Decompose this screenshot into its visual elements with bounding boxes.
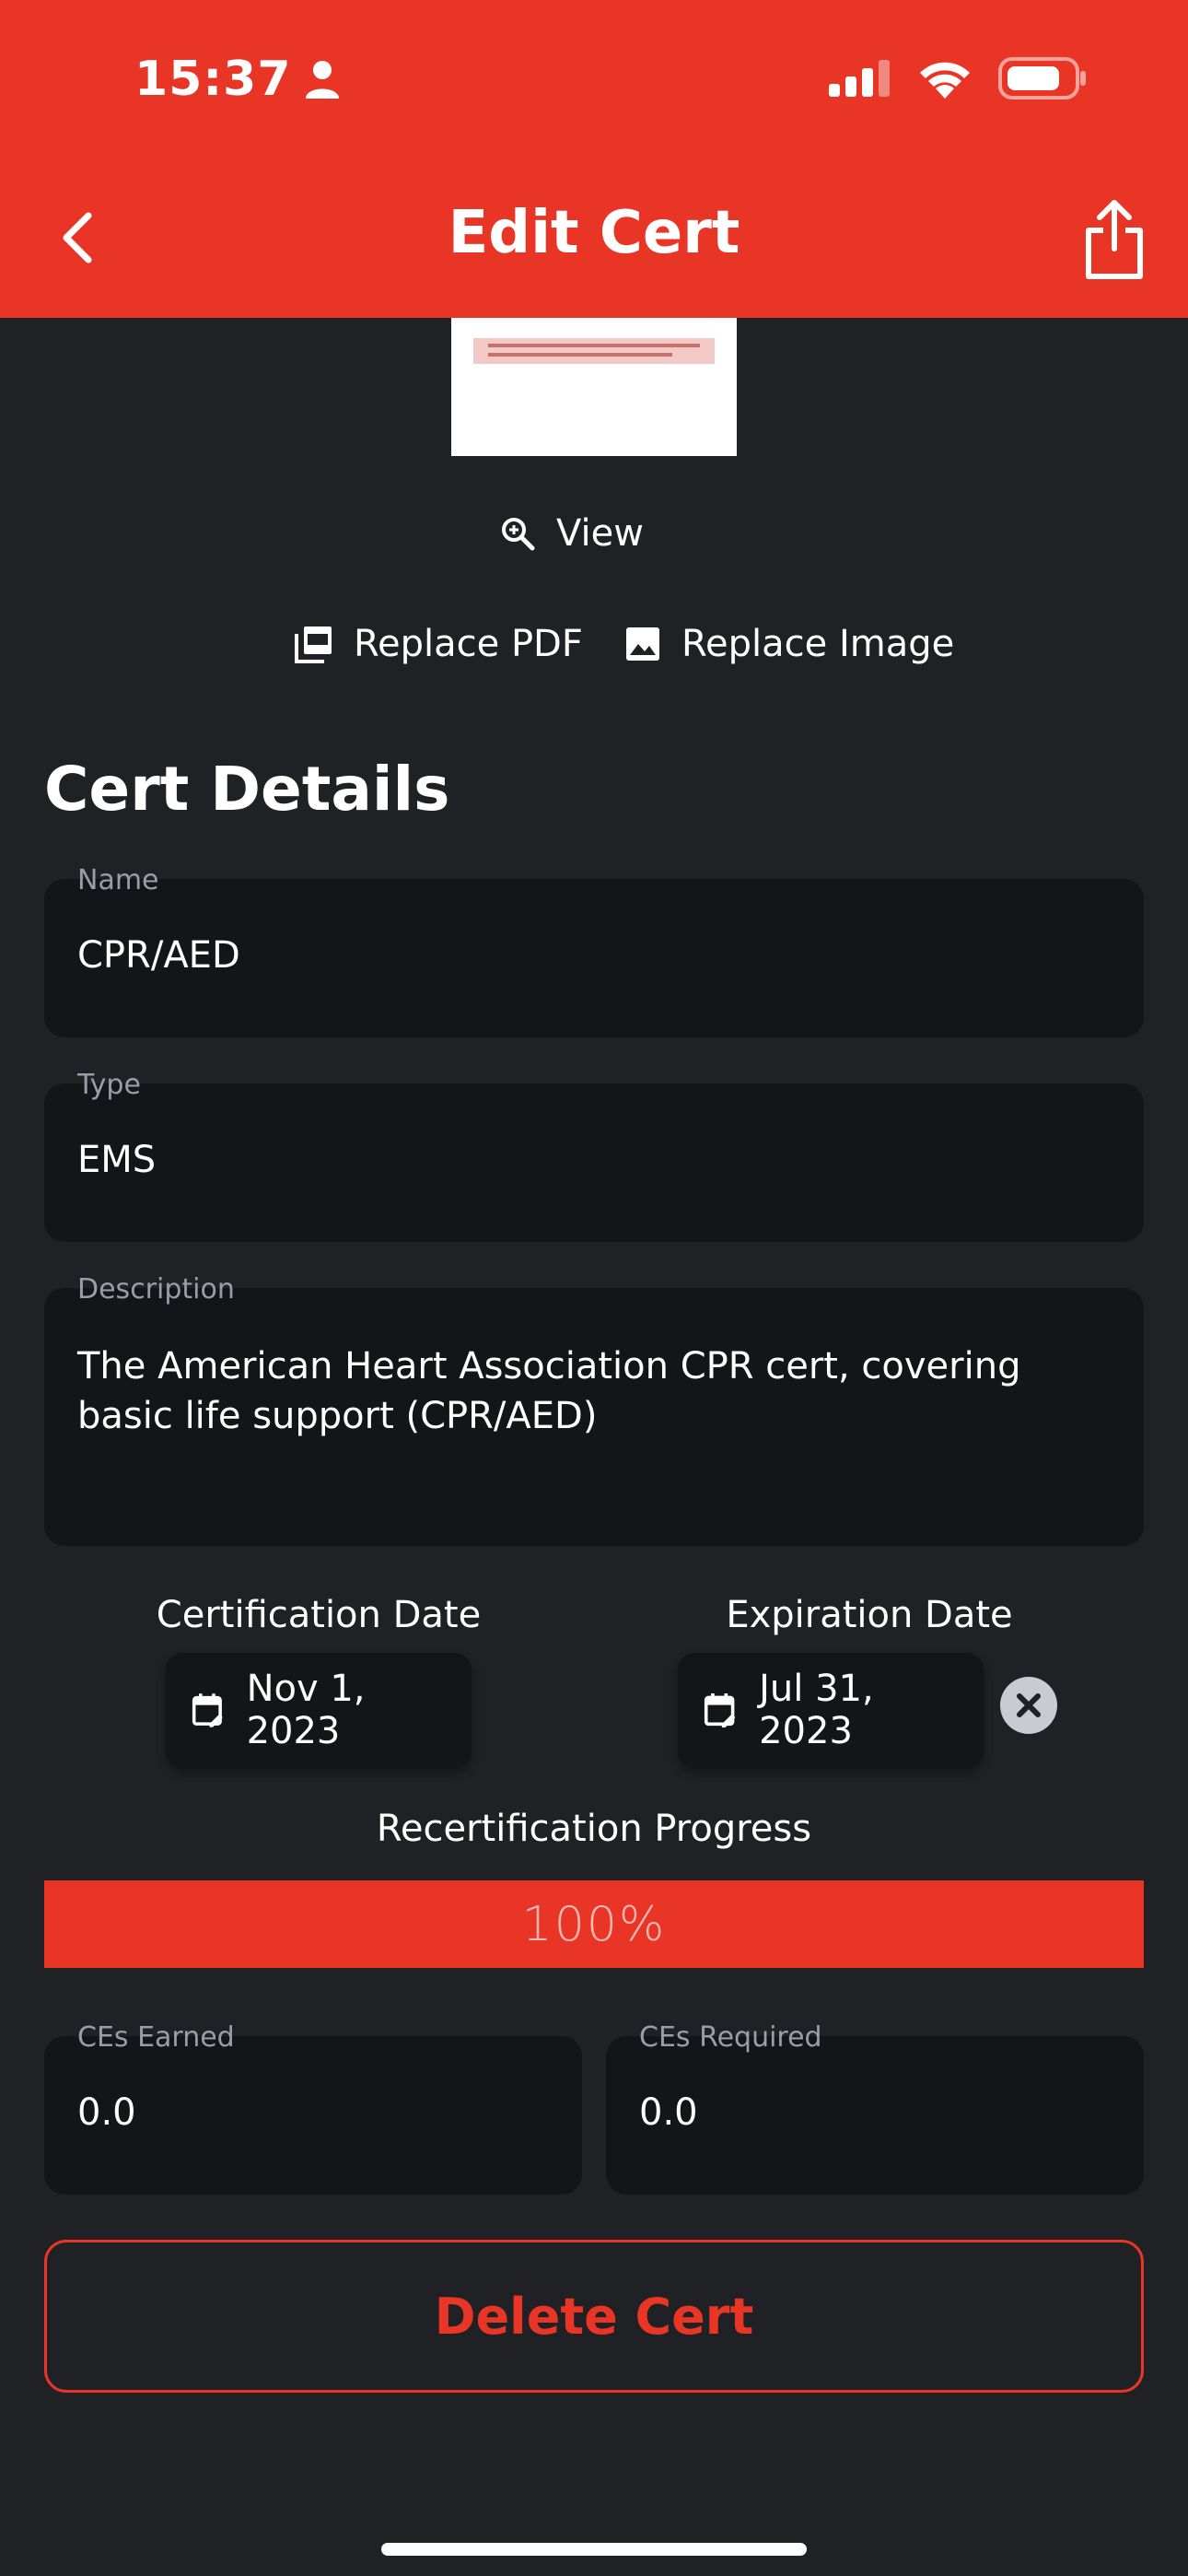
cert-thumbnail[interactable] bbox=[451, 318, 737, 456]
ces-required-label: CEs Required bbox=[639, 2021, 822, 2054]
ces-required-value[interactable]: 0.0 bbox=[639, 2088, 698, 2137]
ces-required-field[interactable]: CEs Required 0.0 bbox=[606, 2021, 1144, 2195]
replace-image-label: Replace Image bbox=[681, 623, 955, 665]
thumbnail-text-line bbox=[488, 353, 672, 357]
name-field-value[interactable]: CPR/AED bbox=[77, 931, 240, 980]
certification-date-label: Certification Date bbox=[156, 1594, 482, 1636]
calendar-edit-icon bbox=[704, 1692, 736, 1727]
progress-text: 100% bbox=[521, 1896, 667, 1952]
home-indicator bbox=[381, 2543, 807, 2556]
thumbnail-band bbox=[473, 338, 715, 364]
pdf-icon bbox=[295, 626, 332, 663]
status-time-text: 15:37 bbox=[134, 52, 292, 107]
replace-pdf-label: Replace PDF bbox=[354, 623, 583, 665]
type-field[interactable]: Type EMS bbox=[44, 1069, 1144, 1242]
description-field-value[interactable]: The American Heart Association CPR cert,… bbox=[77, 1341, 1100, 1441]
description-field[interactable]: Description The American Heart Associati… bbox=[44, 1273, 1144, 1546]
section-title: Cert Details bbox=[44, 754, 450, 825]
share-icon[interactable] bbox=[1081, 197, 1147, 282]
battery-icon bbox=[998, 57, 1086, 100]
status-time: 15:37 bbox=[134, 52, 340, 107]
view-label: View bbox=[556, 512, 644, 555]
page-title: Edit Cert bbox=[448, 199, 740, 267]
name-field[interactable]: Name CPR/AED bbox=[44, 864, 1144, 1037]
ces-earned-field[interactable]: CEs Earned 0.0 bbox=[44, 2021, 582, 2195]
app-header: 15:37 Edit Cert bbox=[0, 0, 1188, 318]
thumbnail-text-line bbox=[488, 344, 700, 347]
replace-image-button[interactable]: Replace Image bbox=[624, 623, 954, 665]
description-field-label: Description bbox=[77, 1273, 235, 1306]
clear-expiration-button[interactable] bbox=[1000, 1677, 1057, 1734]
expiration-date-value: Jul 31, 2023 bbox=[759, 1668, 874, 1752]
image-icon bbox=[626, 627, 659, 661]
expiration-date-picker[interactable]: Jul 31, 2023 bbox=[678, 1653, 984, 1767]
type-field-value[interactable]: EMS bbox=[77, 1135, 156, 1185]
ces-earned-value[interactable]: 0.0 bbox=[77, 2088, 136, 2137]
calendar-edit-icon bbox=[192, 1693, 223, 1727]
person-icon bbox=[305, 61, 339, 99]
ces-earned-label: CEs Earned bbox=[77, 2021, 235, 2054]
progress-title: Recertification Progress bbox=[376, 1808, 812, 1850]
expiration-date-label: Expiration Date bbox=[726, 1594, 1013, 1636]
certification-date-picker[interactable]: Nov 1, 2023 bbox=[166, 1653, 472, 1767]
zoom-in-icon bbox=[502, 518, 535, 551]
type-field-label: Type bbox=[77, 1069, 141, 1101]
name-field-label: Name bbox=[77, 864, 159, 896]
recertification-progress-bar: 100% bbox=[44, 1880, 1144, 1968]
delete-cert-button[interactable]: Delete Cert bbox=[44, 2240, 1144, 2393]
status-icons bbox=[827, 57, 1087, 100]
wifi-icon bbox=[920, 62, 970, 99]
replace-pdf-button[interactable]: Replace PDF bbox=[295, 623, 583, 665]
certification-date-value: Nov 1, 2023 bbox=[246, 1668, 366, 1752]
close-icon bbox=[1017, 1693, 1041, 1717]
view-button[interactable]: View bbox=[499, 512, 644, 555]
signal-icon bbox=[829, 60, 890, 97]
